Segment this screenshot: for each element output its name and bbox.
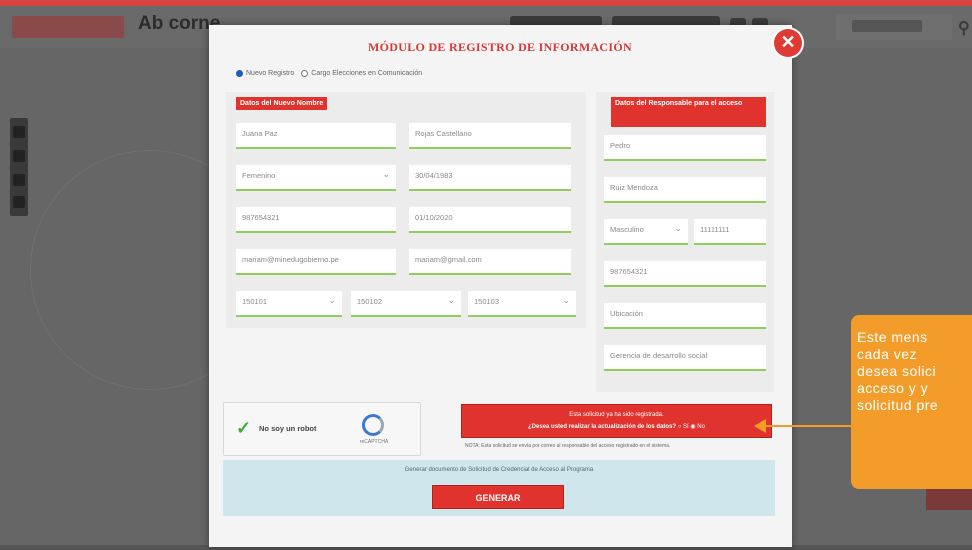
google-icon <box>13 150 25 162</box>
no-label: No <box>697 424 705 430</box>
registration-type-radios: Nuevo Registro Cargo Elecciones en Comun… <box>236 70 422 77</box>
note-text: NOTA: Esta solicitud se envía por correo… <box>465 443 671 449</box>
birth-date-field[interactable]: 30/04/1983 <box>409 165 571 191</box>
department-select[interactable]: 150101 <box>236 291 342 317</box>
responsible-document-field[interactable]: 11111111 <box>694 219 766 245</box>
document-number-field[interactable]: 987654321 <box>236 207 396 233</box>
radio-yes[interactable]: ○ Sí <box>678 424 689 430</box>
responsible-gender-select[interactable]: Masculino <box>604 219 688 245</box>
new-person-section-label: Datos del Nuevo Nombre <box>236 97 328 110</box>
personal-email-field[interactable]: mariam@gmail.com <box>409 249 571 275</box>
radio-new-registration[interactable] <box>236 70 243 77</box>
callout-line: solicitud pre <box>857 397 939 413</box>
responsible-phone-field[interactable]: 987654321 <box>604 261 766 287</box>
annotation-callout: Este mens cada vez desea solici acceso y… <box>851 315 972 489</box>
callout-line: desea solici <box>857 363 937 379</box>
background-brand: Ab corne <box>138 13 221 34</box>
callout-line: acceso y y <box>857 380 929 396</box>
recaptcha-logo-icon <box>362 414 384 436</box>
responsible-lastname-field[interactable]: Ruiz Mendoza <box>604 177 766 203</box>
responsible-location-field[interactable]: Ubicación <box>604 303 766 329</box>
recaptcha-label: No soy un robot <box>259 424 317 433</box>
checkmark-icon: ✓ <box>236 418 252 438</box>
callout-line: Este mens <box>857 329 928 345</box>
alert-question: ¿Desea usted realizar la actualización d… <box>528 424 677 430</box>
recaptcha-brand: reCAPTCHA <box>359 439 389 445</box>
generate-button[interactable]: GENERAR <box>432 485 564 509</box>
background-logo <box>12 16 124 38</box>
arrow-left-icon <box>754 419 766 433</box>
province-select[interactable]: 150102 <box>351 291 461 317</box>
alert-line-1: Esta solicitud ya ha sido registrada. <box>569 412 664 418</box>
gender-select[interactable]: Femenino <box>236 165 396 191</box>
callout-line: cada vez <box>857 346 918 362</box>
search-icon: ⚲ <box>958 20 970 37</box>
start-date-field[interactable]: 01/10/2020 <box>409 207 571 233</box>
responsible-office-field[interactable]: Gerencia de desarrollo social <box>604 345 766 371</box>
background-search-label <box>852 20 922 32</box>
responsible-name-field[interactable]: Pedro <box>604 135 766 161</box>
institutional-email-field[interactable]: mariam@minedugobierno.pe <box>236 249 396 275</box>
district-select[interactable]: 150103 <box>468 291 576 317</box>
alert-line-2: ¿Desea usted realizar la actualización d… <box>462 421 771 433</box>
callout-arrow-line <box>760 425 852 427</box>
radio-label: Nuevo Registro <box>246 70 295 77</box>
close-button[interactable]: ✕ <box>774 29 802 57</box>
responsible-section-label: Datos del Responsable para el acceso <box>611 97 766 127</box>
twitter-icon <box>13 174 25 186</box>
yes-label: Sí <box>683 424 689 430</box>
last-name-field[interactable]: Rojas Castellano <box>409 123 571 149</box>
radio-election-charge[interactable] <box>301 70 309 77</box>
youtube-icon <box>13 196 25 208</box>
recaptcha-box[interactable] <box>223 402 421 456</box>
existing-request-alert: Esta solicitud ya ha sido registrada. ¿D… <box>461 404 772 438</box>
generate-description: Generar documento de Solicitud de Creden… <box>404 467 594 473</box>
radio-no[interactable]: ◉ No <box>690 424 705 430</box>
first-name-field[interactable]: Juana Paz <box>236 123 396 149</box>
modal-title: MÓDULO DE REGISTRO DE INFORMACIÓN <box>368 40 632 54</box>
radio-label: Cargo Elecciones en Comunicación <box>311 70 423 77</box>
facebook-icon <box>13 126 25 138</box>
